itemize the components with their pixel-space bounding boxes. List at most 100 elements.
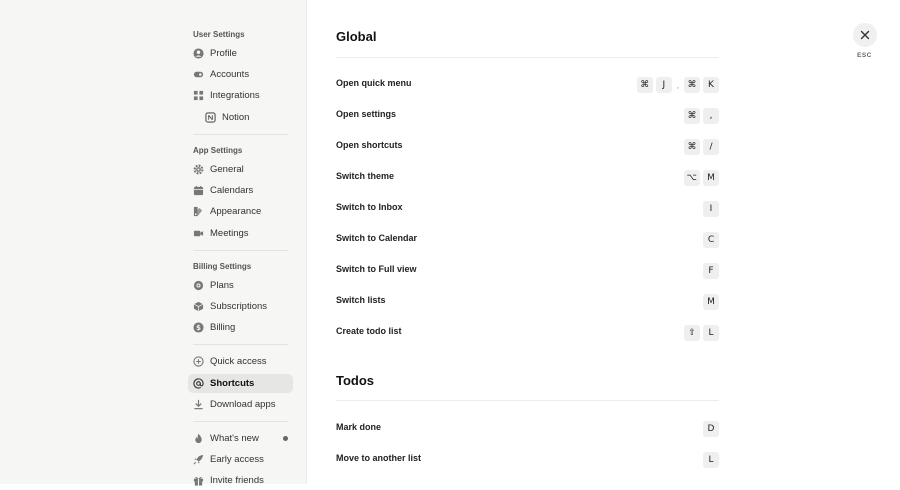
unread-dot-indicator <box>283 436 288 441</box>
plans-icon <box>193 280 204 291</box>
key-cap: I <box>703 201 719 217</box>
flame-icon <box>193 433 204 444</box>
sidebar-item-profile[interactable]: Profile <box>188 44 293 63</box>
shortcut-keys-switch-to-full-view: F <box>703 263 719 279</box>
sidebar-item-quick-access[interactable]: Quick access <box>188 352 293 371</box>
sidebar-item-label: Download apps <box>210 399 276 410</box>
key-cap: L <box>703 452 719 468</box>
sidebar-item-invite-friends[interactable]: Invite friends <box>188 471 293 490</box>
key-cap: M <box>703 294 719 310</box>
key-cap: L <box>703 325 719 341</box>
sidebar-item-appearance[interactable]: Appearance <box>188 202 293 221</box>
sidebar-item-label: Early access <box>210 454 264 465</box>
sidebar-item-label: Meetings <box>210 228 249 239</box>
sidebar-item-shortcuts[interactable]: Shortcuts <box>188 374 293 393</box>
key-cap: F <box>703 263 719 279</box>
shortcut-keys-switch-to-inbox: I <box>703 201 719 217</box>
sidebar-item-billing[interactable]: $ Billing <box>188 318 293 337</box>
sidebar-item-label: Billing <box>210 322 236 333</box>
accounts-icon <box>193 69 204 80</box>
grid-icon <box>193 90 204 101</box>
sidebar-item-integrations[interactable]: Integrations <box>188 86 293 105</box>
key-separator: , <box>676 80 679 90</box>
key-cap: , <box>703 108 719 124</box>
key-cap: J <box>655 77 672 93</box>
key-cap: / <box>703 139 719 155</box>
sidebar-item-label: What's new <box>210 433 259 444</box>
shortcut-label-move-to-another-list: Move to another list <box>336 453 422 463</box>
rocket-icon <box>193 454 204 465</box>
section-title-user-settings: User Settings <box>193 30 245 39</box>
sidebar-item-label: Accounts <box>210 69 250 80</box>
shortcut-keys-create-todo-list: ⇧ L <box>684 325 719 341</box>
close-icon <box>860 30 870 40</box>
sidebar-item-label: Profile <box>210 48 237 59</box>
sidebar-item-download-apps[interactable]: Download apps <box>188 395 293 414</box>
section-title-billing-settings: Billing Settings <box>193 262 252 271</box>
sidebar-item-label: Quick access <box>210 356 267 367</box>
sidebar-item-general[interactable]: General <box>188 160 293 179</box>
sidebar-divider <box>193 250 288 251</box>
key-cap: M <box>703 170 719 186</box>
quick-access-icon <box>193 356 204 367</box>
key-cap: ⌘ <box>684 77 700 93</box>
at-sign-icon <box>193 378 204 389</box>
appearance-icon <box>193 206 204 217</box>
sidebar-item-label: Invite friends <box>210 475 264 486</box>
sidebar-divider <box>193 134 288 135</box>
shortcut-keys-switch-to-calendar: C <box>703 232 719 248</box>
shortcut-label-open-settings: Open settings <box>336 109 397 119</box>
key-cap: D <box>703 421 719 437</box>
key-cap: C <box>703 232 719 248</box>
sidebar-item-whats-new[interactable]: What's new <box>188 429 293 448</box>
sidebar-item-accounts[interactable]: Accounts <box>188 65 293 84</box>
key-cap: ⌘ <box>684 139 700 155</box>
shortcut-label-switch-to-inbox: Switch to Inbox <box>336 202 403 212</box>
section-divider <box>336 400 719 401</box>
shortcut-label-open-shortcuts: Open shortcuts <box>336 140 403 150</box>
shortcut-label-open-quick-menu: Open quick menu <box>336 78 412 88</box>
sidebar-item-subscriptions[interactable]: Subscriptions <box>188 297 293 316</box>
shortcut-label-create-todo-list: Create todo list <box>336 326 402 336</box>
key-cap: ⌘ <box>636 77 653 93</box>
section-divider <box>336 57 719 58</box>
settings-sidebar: User Settings Profile Accounts Integrati… <box>0 0 307 486</box>
shortcut-keys-switch-lists: M <box>703 294 719 310</box>
section-heading-global: Global <box>336 29 377 44</box>
shortcut-keys-move-to-another-list: L <box>703 452 719 468</box>
sidebar-item-label: Appearance <box>210 206 262 217</box>
package-icon <box>193 301 204 312</box>
shortcut-keys-switch-theme: ⌥ M <box>683 170 719 186</box>
key-cap: ⌥ <box>683 170 700 186</box>
shortcut-keys-open-quick-menu: ⌘ J , ⌘ K <box>636 77 719 93</box>
sidebar-item-calendars[interactable]: Calendars <box>188 181 293 200</box>
shortcut-keys-mark-done: D <box>703 421 719 437</box>
sidebar-item-plans[interactable]: Plans <box>188 276 293 295</box>
sidebar-item-label: Shortcuts <box>210 378 255 389</box>
dollar-circle-icon: $ <box>193 322 204 333</box>
sidebar-divider <box>193 344 288 345</box>
notion-logo-icon <box>205 112 216 123</box>
sidebar-divider <box>193 421 288 422</box>
shortcut-label-switch-to-calendar: Switch to Calendar <box>336 233 418 243</box>
sidebar-item-notion[interactable]: Notion <box>200 108 293 127</box>
shortcut-label-switch-lists: Switch lists <box>336 295 386 305</box>
section-heading-todos: Todos <box>336 373 375 388</box>
close-button[interactable] <box>853 23 877 47</box>
sidebar-item-label: General <box>210 164 244 175</box>
shortcut-label-mark-done: Mark done <box>336 422 382 432</box>
shortcut-keys-open-shortcuts: ⌘ / <box>684 139 719 155</box>
section-title-app-settings: App Settings <box>193 146 243 155</box>
key-cap: ⇧ <box>684 325 700 341</box>
sidebar-item-meetings[interactable]: Meetings <box>188 224 293 243</box>
download-icon <box>193 399 204 410</box>
sidebar-item-early-access[interactable]: Early access <box>188 450 293 469</box>
key-cap: K <box>703 77 719 93</box>
video-camera-icon <box>193 228 204 239</box>
shortcut-keys-open-settings: ⌘ , <box>684 108 719 124</box>
user-circle-icon <box>193 48 204 59</box>
shortcut-label-switch-theme: Switch theme <box>336 171 395 181</box>
gift-icon <box>193 475 204 486</box>
sidebar-item-label: Integrations <box>210 90 260 101</box>
sidebar-item-label: Subscriptions <box>210 301 268 312</box>
